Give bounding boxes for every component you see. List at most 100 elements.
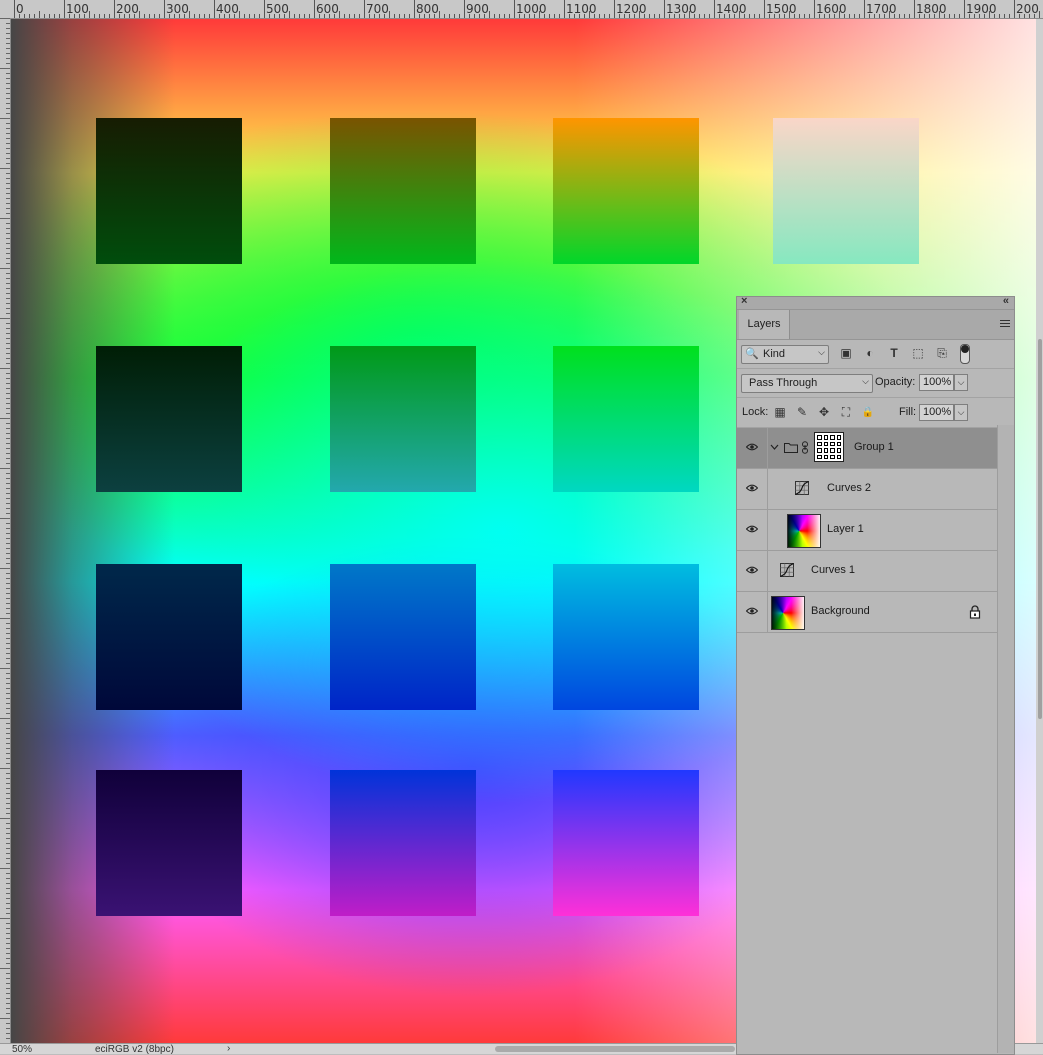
panel-title-bar[interactable]: × « <box>737 295 1014 310</box>
ruler-tick <box>6 33 10 34</box>
ruler-tick <box>6 723 10 724</box>
search-icon: 🔍 <box>745 348 759 360</box>
tab-layers[interactable]: Layers <box>739 310 790 339</box>
lock-icon[interactable] <box>969 605 981 619</box>
ruler-tick <box>419 14 420 18</box>
ruler-tick <box>869 14 870 18</box>
ruler-tick <box>1034 14 1035 18</box>
status-menu-arrow[interactable]: › <box>227 1044 230 1054</box>
fill-input[interactable]: 100% <box>919 404 954 421</box>
layers-panel: × « Layers 🔍 Kind ⌵ ▣ ◐ T ⬚ ⎘ Pass Throu… <box>736 295 1015 1055</box>
ruler-tick <box>799 14 800 18</box>
top-ruler[interactable]: 0 100 200 300 400 500 600 700 800 900 1000 1100 1200… <box>0 0 1043 19</box>
ruler-tick <box>6 543 10 544</box>
grid-thumbnail-cell <box>836 435 841 440</box>
adjustment-layer-filter-icon[interactable]: ◐ <box>863 346 877 360</box>
vertical-scroll-thumb[interactable] <box>1038 339 1042 719</box>
lock-image-pixels-icon[interactable]: ✎ <box>795 405 809 419</box>
ruler-tick <box>1019 14 1020 18</box>
visibility-toggle[interactable] <box>737 510 768 550</box>
left-ruler[interactable] <box>0 18 11 1043</box>
ruler-tick <box>184 14 185 18</box>
panel-menu-icon[interactable] <box>1000 320 1010 328</box>
ruler-tick <box>574 14 575 18</box>
ruler-tick <box>564 0 565 18</box>
ruler-label: 1100 <box>566 2 597 16</box>
filter-kind-select[interactable]: 🔍 Kind ⌵ <box>741 345 829 364</box>
ruler-tick <box>0 468 10 469</box>
fill-dropdown-button[interactable]: ⌵ <box>954 404 968 421</box>
collapse-panel-button[interactable]: « <box>1003 295 1009 307</box>
ruler-tick <box>474 14 475 18</box>
grid-thumbnail-cell <box>823 441 828 446</box>
ruler-tick <box>264 0 265 18</box>
visibility-toggle[interactable] <box>737 551 768 591</box>
horizontal-scroll-thumb[interactable] <box>495 1046 735 1052</box>
group-mask-thumbnail[interactable] <box>814 432 844 462</box>
ruler-tick <box>39 11 40 18</box>
ruler-tick <box>109 14 110 18</box>
eye-icon <box>746 443 758 451</box>
visibility-toggle[interactable] <box>737 469 768 509</box>
ruler-tick <box>6 708 10 709</box>
layer-row-background[interactable]: Background <box>737 592 997 633</box>
ruler-tick <box>6 303 10 304</box>
layer-row-curves-1[interactable]: Curves 1 <box>737 551 997 592</box>
ruler-tick <box>6 248 10 249</box>
ruler-tick <box>6 793 10 794</box>
opacity-input[interactable]: 100% <box>919 374 954 391</box>
ruler-tick <box>0 768 10 769</box>
chevron-down-icon[interactable] <box>770 444 779 451</box>
opacity-dropdown-button[interactable]: ⌵ <box>954 374 968 391</box>
ruler-tick <box>369 14 370 18</box>
layer-thumbnail[interactable] <box>787 514 821 548</box>
ruler-tick <box>6 238 10 239</box>
ruler-tick <box>6 608 10 609</box>
ruler-tick <box>6 593 10 594</box>
close-panel-button[interactable]: × <box>741 295 747 307</box>
blend-mode-select[interactable]: Pass Through ⌵ <box>741 374 873 393</box>
ruler-tick <box>289 11 290 18</box>
shape-layer-filter-icon[interactable]: ⬚ <box>911 346 925 360</box>
ruler-tick <box>6 888 10 889</box>
link-icon[interactable] <box>801 441 809 454</box>
grid-thumbnail-cell <box>823 448 828 453</box>
blend-mode-label: Pass Through <box>749 377 818 389</box>
ruler-tick <box>6 533 10 534</box>
color-swatch <box>330 118 476 264</box>
type-layer-filter-icon[interactable]: T <box>887 346 901 360</box>
ruler-tick <box>19 14 20 18</box>
layers-list-scrollbar[interactable] <box>997 425 1014 1053</box>
filter-toggle-switch[interactable] <box>960 344 970 364</box>
ruler-tick <box>174 14 175 18</box>
ruler-tick <box>6 308 10 309</box>
fill-label: Fill: <box>899 406 917 418</box>
smart-object-filter-icon[interactable]: ⎘ <box>935 346 949 360</box>
ruler-tick <box>6 523 10 524</box>
ruler-tick <box>6 338 10 339</box>
ruler-tick <box>6 1003 10 1004</box>
eye-icon <box>746 607 758 615</box>
grid-thumbnail-cell <box>817 441 822 446</box>
ruler-tick <box>6 728 10 729</box>
lock-position-icon[interactable]: ✥ <box>817 405 831 419</box>
pixel-layer-filter-icon[interactable]: ▣ <box>839 346 853 360</box>
ruler-tick <box>6 993 10 994</box>
layer-thumbnail[interactable] <box>771 596 805 630</box>
layer-row-group-1[interactable]: Group 1 <box>737 428 997 469</box>
lock-transparent-pixels-icon[interactable]: ▦ <box>773 405 787 419</box>
grid-thumbnail-cell <box>830 448 835 453</box>
lock-all-icon[interactable]: 🔒 <box>861 405 875 419</box>
vertical-scrollbar[interactable] <box>1036 19 1043 1043</box>
layer-row-layer-1[interactable]: Layer 1 <box>737 510 997 551</box>
lock-artboard-icon[interactable]: ⛶ <box>839 405 853 419</box>
eye-icon <box>746 484 758 492</box>
visibility-toggle[interactable] <box>737 428 768 468</box>
ruler-tick <box>814 0 815 18</box>
ruler-tick <box>544 14 545 18</box>
opacity-label: Opacity: <box>875 376 916 388</box>
visibility-toggle[interactable] <box>737 592 768 632</box>
ruler-tick <box>159 14 160 18</box>
ruler-tick <box>6 233 10 234</box>
layer-row-curves-2[interactable]: Curves 2 <box>737 469 997 510</box>
